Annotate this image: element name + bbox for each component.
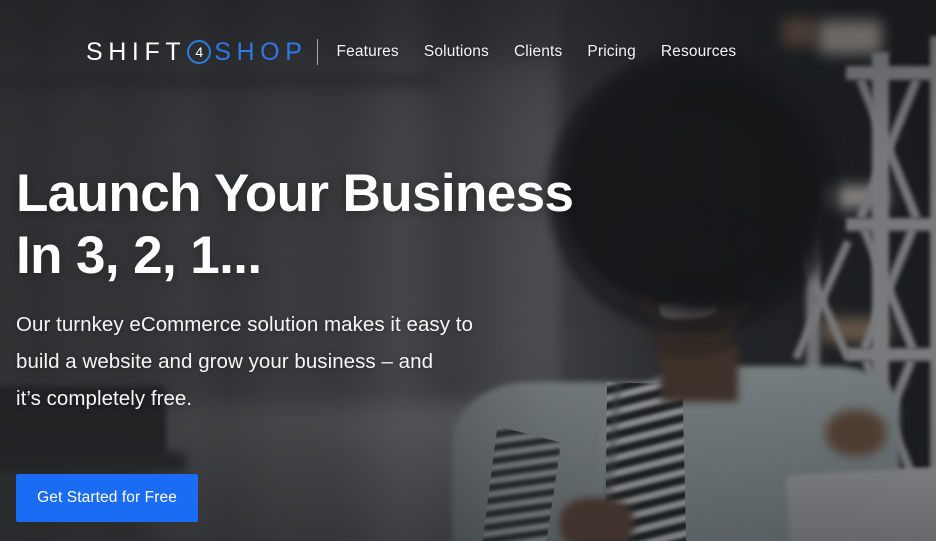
hero-subtext: Our turnkey eCommerce solution makes it … [16, 306, 473, 417]
hero-content: Launch Your Business In 3, 2, 1... Our t… [0, 0, 936, 541]
hero-subtext-line-3: it’s completely free. [16, 387, 193, 410]
hero-headline: Launch Your Business In 3, 2, 1... [16, 163, 574, 287]
hero-headline-line-1: Launch Your Business [16, 164, 574, 223]
hero-subtext-line-1: Our turnkey eCommerce solution makes it … [16, 313, 473, 336]
get-started-button[interactable]: Get Started for Free [16, 474, 198, 522]
hero-subtext-line-2: build a website and grow your business –… [16, 350, 434, 373]
hero-section: SHIFT 4 SHOP Features Solutions Clients … [0, 0, 936, 541]
hero-headline-line-2: In 3, 2, 1... [16, 226, 262, 285]
